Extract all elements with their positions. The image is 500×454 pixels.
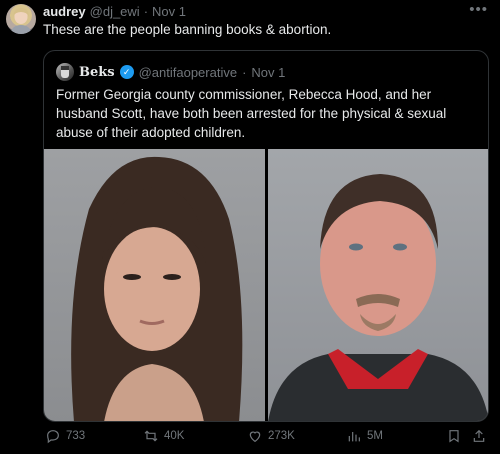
like-button[interactable]: 273K (247, 428, 295, 444)
quoted-tweet-text: Former Georgia county commissioner, Rebe… (56, 87, 447, 140)
view-count: 5M (367, 430, 383, 442)
author-name[interactable]: audrey (43, 4, 86, 19)
quoted-tweet-header: Beks ✓ @antifaoperative · Nov 1 (56, 63, 285, 81)
verified-badge-icon: ✓ (119, 65, 134, 79)
heart-icon (249, 431, 261, 443)
views-icon (348, 432, 360, 442)
bookmark-icon (449, 430, 459, 443)
mugshot-photo-woman[interactable] (44, 149, 265, 421)
quoted-author-avatar[interactable] (56, 63, 74, 81)
separator-dot: · (242, 64, 247, 80)
like-count: 273K (268, 430, 295, 442)
share-icon (473, 429, 485, 442)
repost-count: 40K (164, 430, 185, 442)
quoted-author-handle[interactable]: @antifaoperative (139, 65, 237, 80)
author-avatar[interactable] (6, 4, 36, 34)
repost-icon (144, 430, 158, 442)
tweet-header: audrey @dj_ewi · Nov 1 (43, 4, 186, 19)
reply-button[interactable]: 733 (45, 428, 85, 444)
views-button[interactable]: 5M (346, 428, 383, 444)
quoted-media (44, 149, 488, 421)
tweet-text: These are the people banning books & abo… (43, 22, 332, 37)
quoted-author-name[interactable]: Beks (79, 65, 115, 80)
tweet[interactable]: audrey @dj_ewi · Nov 1 ••• These are the… (0, 0, 500, 454)
repost-button[interactable]: 40K (143, 428, 184, 444)
quoted-tweet[interactable]: Beks ✓ @antifaoperative · Nov 1 Former G… (43, 50, 489, 422)
separator-dot: · (143, 4, 149, 19)
author-handle[interactable]: @dj_ewi (90, 4, 140, 19)
bookmark-button[interactable] (446, 428, 462, 444)
reply-icon (47, 430, 59, 444)
share-button[interactable] (471, 428, 487, 444)
more-icon[interactable]: ••• (469, 1, 488, 18)
tweet-timestamp[interactable]: Nov 1 (152, 4, 186, 19)
quoted-timestamp[interactable]: Nov 1 (251, 65, 285, 80)
reply-count: 733 (66, 430, 86, 442)
mugshot-photo-man[interactable] (267, 149, 488, 421)
action-bar: 733 40K 273K 5M (43, 428, 489, 448)
